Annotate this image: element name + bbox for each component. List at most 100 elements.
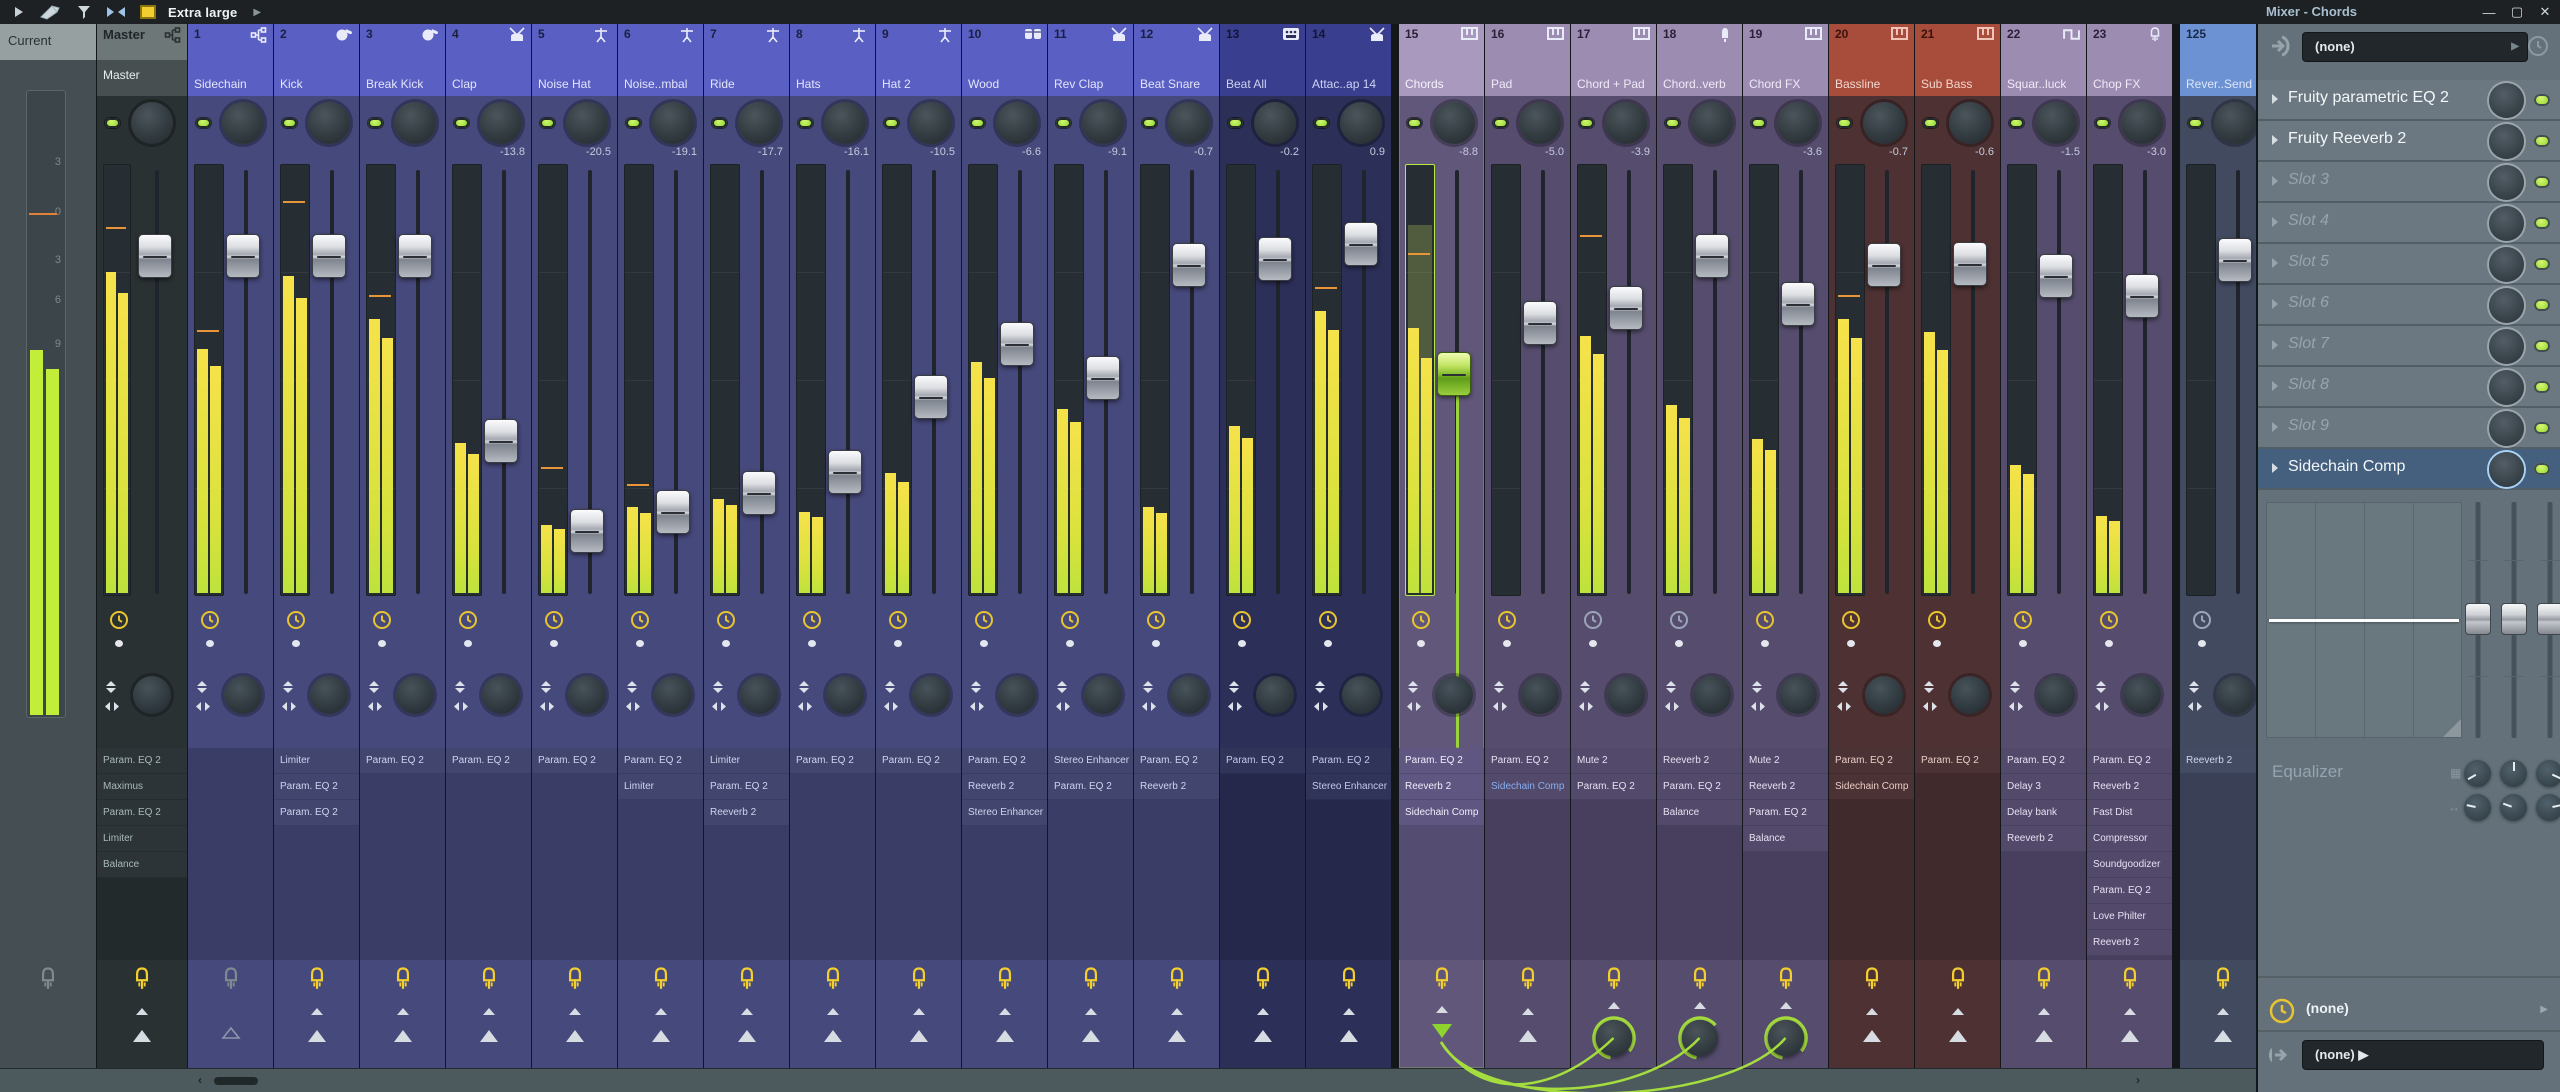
updown-arrows-icon[interactable] [1141,680,1155,699]
updown-arrows-icon[interactable] [281,680,295,699]
swing-clock-icon[interactable] [2099,610,2119,630]
updown-arrows-icon[interactable] [453,680,467,699]
leftright-arrows-icon[interactable] [1922,700,1938,718]
pan-knob[interactable] [1254,102,1296,144]
solo-dot[interactable] [1847,640,1855,647]
route-big-up-arrow[interactable] [479,1030,498,1042]
fx-plug-icon[interactable] [1485,966,1570,994]
stereo-sep-knob[interactable] [1779,676,1817,714]
strip-header[interactable]: 21 Sub Bass [1915,24,2000,96]
leftright-arrows-icon[interactable] [1492,700,1508,718]
minimize-button[interactable]: — [2480,5,2498,20]
solo-dot[interactable] [636,640,644,647]
plugin-slot[interactable]: Param. EQ 2 [790,748,875,774]
pan-knob[interactable] [131,102,173,144]
swing-clock-icon[interactable] [544,610,564,630]
route-up-arrow[interactable] [1521,1008,1534,1015]
route-big-up-arrow[interactable] [307,1030,326,1042]
fader-handle[interactable] [2218,238,2252,282]
fader-handle[interactable] [398,234,432,278]
pan-knob[interactable] [566,102,608,144]
mute-led[interactable] [1665,118,1680,128]
eq-band-slider-low[interactable] [2465,502,2491,738]
fader-track[interactable] [1276,170,1280,594]
fader-handle[interactable] [2039,254,2073,298]
plugin-slot[interactable]: Param. EQ 2 [1829,748,1914,774]
leftright-arrows-icon[interactable] [797,700,813,718]
mute-led[interactable] [1407,118,1422,128]
route-up-arrow[interactable] [1693,1002,1706,1009]
slot-mix-knob[interactable] [2489,247,2524,282]
fx-plug-icon[interactable] [2180,966,2265,994]
mute-led[interactable] [2095,118,2110,128]
updown-arrows-icon[interactable] [883,680,897,699]
fx-plug-icon[interactable] [876,966,961,994]
route-up-arrow[interactable] [912,1008,925,1015]
stereo-sep-knob[interactable] [2216,676,2254,714]
fx-plug-icon[interactable] [2001,966,2086,994]
view-size-label[interactable]: Extra large [168,5,237,20]
route-up-arrow[interactable] [482,1008,495,1015]
swing-clock-icon[interactable] [1232,610,1252,630]
leftright-arrows-icon[interactable] [625,700,641,718]
leftright-arrows-icon[interactable] [711,700,727,718]
updown-arrows-icon[interactable] [1406,680,1420,699]
eq-knob-low-freq[interactable] [2464,760,2491,787]
slot-enable-led[interactable] [2534,381,2550,393]
fader-track[interactable] [1971,170,1975,594]
swing-clock-icon[interactable] [802,610,822,630]
sidechain-source-arrow[interactable] [1431,1024,1452,1038]
stereo-sep-knob[interactable] [396,676,434,714]
mute-led[interactable] [1142,118,1157,128]
swing-clock-icon[interactable] [2192,610,2212,630]
plugin-slot[interactable]: Limiter [618,774,703,800]
fader-handle[interactable] [312,234,346,278]
stereo-sep-knob[interactable] [1693,676,1731,714]
stereo-sep-knob[interactable] [1435,676,1473,714]
route-big-up-arrow[interactable] [1518,1030,1537,1042]
plugin-slot[interactable]: Param. EQ 2 [618,748,703,774]
route-big-up-arrow[interactable] [393,1030,412,1042]
scroll-right-icon[interactable]: › [2136,1073,2140,1087]
leftright-arrows-icon[interactable] [281,700,297,718]
mixer-strip-20[interactable]: 20 Bassline -0.7 Param. EQ 2 Sidechain Comp [1829,24,1914,1068]
strip-header[interactable]: 15 Chords [1399,24,1484,96]
updown-arrows-icon[interactable] [797,680,811,699]
plugin-slot[interactable]: Delay 3 [2001,774,2086,800]
mute-led[interactable] [1056,118,1071,128]
solo-dot[interactable] [1066,640,1074,647]
leftright-arrows-icon[interactable] [969,700,985,718]
pan-knob[interactable] [738,102,780,144]
time-source-row[interactable]: (none) ▶ [2258,990,2560,1032]
plugin-slot[interactable]: Reeverb 2 [2180,748,2265,774]
route-up-arrow[interactable] [136,1008,148,1015]
fader-handle[interactable] [1781,282,1815,326]
fader-track[interactable] [760,170,764,594]
mixer-strip-7[interactable]: 7 Ride -17.7 Limiter Param. EQ 2 Reeverb 2 [704,24,789,1068]
swing-clock-icon[interactable] [1755,610,1775,630]
leftright-arrows-icon[interactable] [2094,700,2110,718]
updown-arrows-icon[interactable] [195,680,209,699]
route-big-up-arrow[interactable] [651,1030,670,1042]
effect-slot-9[interactable]: Slot 9 [2258,408,2560,449]
pan-knob[interactable] [1168,102,1210,144]
mute-led[interactable] [1579,118,1594,128]
strip-header[interactable]: 17 Chord + Pad [1571,24,1656,96]
slot-mix-knob[interactable] [2489,288,2524,323]
solo-dot[interactable] [292,640,300,647]
mute-led[interactable] [2188,118,2203,128]
view-size-swatch[interactable] [140,0,156,24]
horizontal-scrollbar[interactable]: ‹ › [0,1068,2256,1092]
fader-track[interactable] [1627,170,1631,594]
swing-clock-icon[interactable] [1060,610,1080,630]
fader-handle[interactable] [914,375,948,419]
route-up-arrow[interactable] [826,1008,839,1015]
play-icon[interactable] [14,0,24,24]
mixer-strip-16[interactable]: 16 Pad -5.0 Param. EQ 2 Sidechain Comp [1485,24,1570,1068]
pan-knob[interactable] [1519,102,1561,144]
leftright-arrows-icon[interactable] [195,700,211,718]
stereo-sep-knob[interactable] [224,676,262,714]
updown-arrows-icon[interactable] [367,680,381,699]
leftright-arrows-icon[interactable] [1406,700,1422,718]
send-level-knob[interactable] [1677,1016,1722,1060]
